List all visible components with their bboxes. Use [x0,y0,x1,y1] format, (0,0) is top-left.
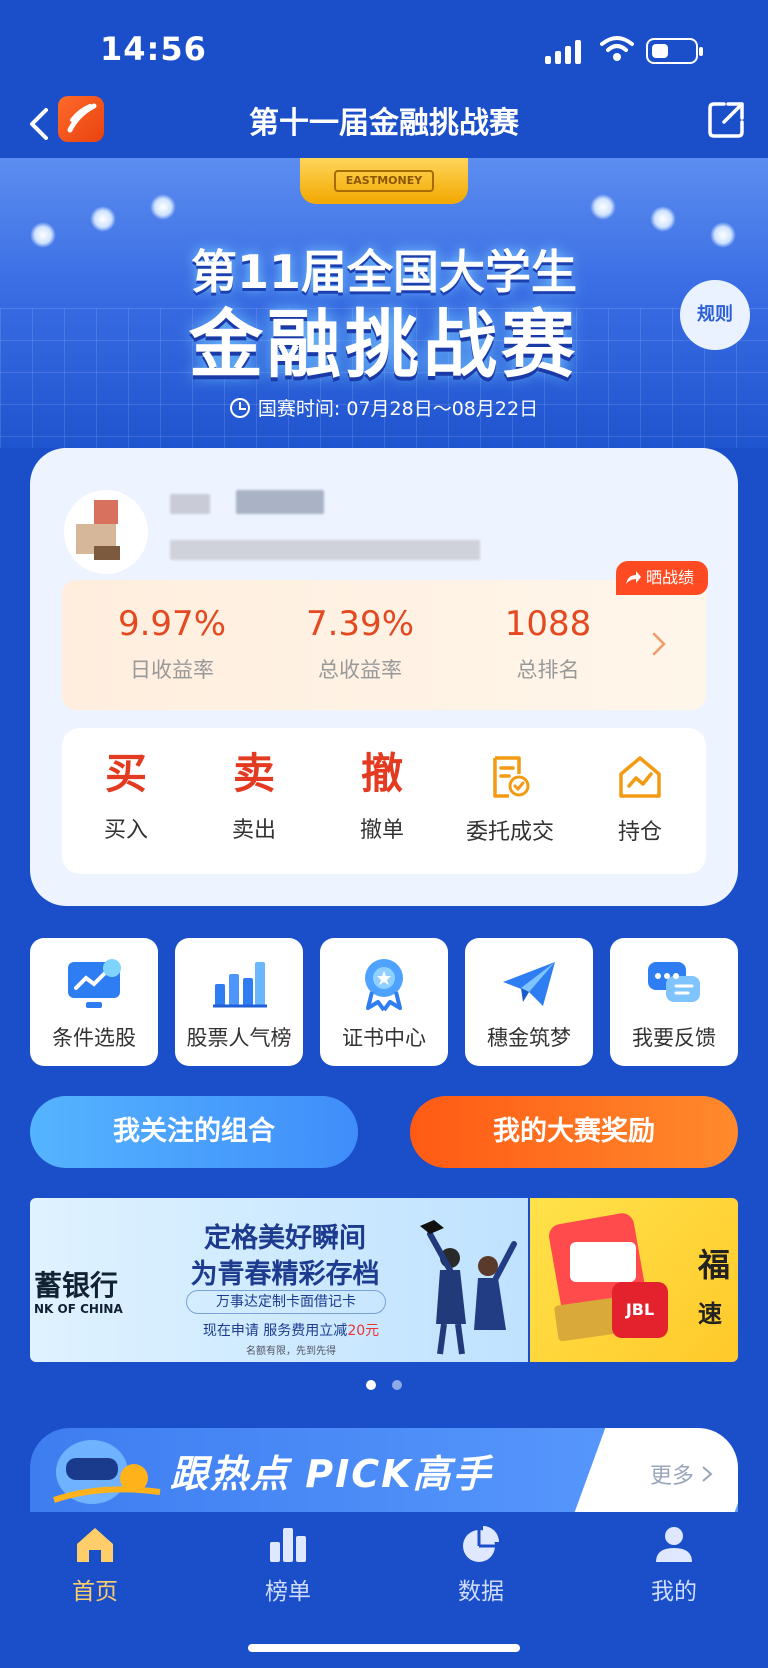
ranking-icon [270,1528,306,1562]
avatar[interactable] [64,490,148,574]
buy-button[interactable]: 买 买入 [62,728,190,874]
feedback-button[interactable]: 我要反馈 [610,938,738,1066]
status-time: 14:56 [100,30,207,68]
certificate-icon [365,959,403,1012]
popularity-chart-button[interactable]: 股票人气榜 [175,938,303,1066]
holdings-button[interactable]: 持仓 [574,728,706,874]
popularity-chart-icon [213,962,267,1008]
orders-label: 委托成交 [465,820,554,845]
banner2-text-1: 福 [698,1246,731,1284]
sell-label: 卖出 [231,818,276,843]
buy-label: 买入 [103,818,148,843]
profile-icon [656,1527,692,1562]
nav-bar: 第十一届金融挑战赛 [0,90,768,158]
cancel-glyph: 撤 [360,749,403,798]
tab-home[interactable]: 首页 [35,1524,155,1606]
competition-rewards-button[interactable]: 我的大赛奖励 [410,1096,738,1168]
daily-return-value: 9.97% [117,604,226,644]
carousel-dot[interactable] [392,1380,402,1390]
certificate-center-button[interactable]: 证书中心 [320,938,448,1066]
home-icon [77,1528,113,1562]
school-redacted [170,540,480,560]
cancel-order-button[interactable]: 撤 撤单 [318,728,446,874]
buy-glyph: 买 [104,749,147,798]
rules-button[interactable]: 规则 [680,280,750,350]
competition-period: 国赛时间: 07月28日～08月22日 [0,394,768,421]
sui-jin-dream-button[interactable]: 穗金筑梦 [465,938,593,1066]
holdings-house-icon [619,756,661,798]
hero-title: 金融挑战赛 [189,302,579,388]
tab-data[interactable]: 数据 [421,1524,541,1606]
page-title: 第十一届金融挑战赛 [249,106,519,141]
stats-panel[interactable]: 9.97% 日收益率 7.39% 总收益率 1088 总排名 [62,580,706,710]
gift-ad-banner[interactable]: JBL 福 速 [530,1198,738,1362]
clock-icon [229,398,250,418]
stock-screener-button[interactable]: 条件选股 [30,938,158,1066]
cancel-label: 撤单 [359,818,404,843]
username-redacted [236,490,324,514]
feedback-chat-icon [648,962,700,1002]
ad-headline-1: 定格美好瞬间 [204,1223,366,1254]
total-return-value: 7.39% [305,604,414,644]
sell-button[interactable]: 卖 卖出 [190,728,318,874]
battery-icon [646,38,703,64]
bank-name-en: NK OF CHINA [34,1302,123,1316]
bank-ad-banner[interactable]: 蓄银行 NK OF CHINA 定格美好瞬间 为青春精彩存档 万事达定制卡面借记… [30,1198,528,1362]
signal-icon [545,40,585,64]
paper-plane-icon [503,962,555,1006]
chevron-right-icon[interactable] [652,632,666,656]
holdings-label: 持仓 [617,820,662,845]
speaker-brand: JBL [612,1282,668,1338]
tab-ranking[interactable]: 榜单 [228,1524,348,1606]
share-results-badge[interactable]: 晒战绩 [616,561,708,595]
ad-headline-2: 为青春精彩存档 [190,1259,380,1290]
ad-promo: 现在申请 服务费用立减20元 [202,1323,380,1339]
order-document-icon [493,756,530,798]
followed-portfolios-button[interactable]: 我关注的组合 [30,1096,358,1168]
total-rank-label: 总排名 [516,658,580,682]
tab-profile[interactable]: 我的 [614,1524,734,1606]
ad-fine-print: 名额有限，先到先得 [246,1346,336,1357]
total-rank-value: 1088 [504,604,592,644]
pie-data-icon [463,1526,499,1562]
chevron-right-icon [702,1466,713,1482]
hot-pick-title: 跟热点 PICK高手 [170,1452,493,1496]
graduates-illustration [420,1220,517,1355]
carousel-dot-active[interactable] [366,1380,376,1390]
sell-glyph: 卖 [232,749,275,798]
wifi-icon [600,36,634,61]
mascot-icon [53,1440,161,1504]
total-return-label: 总收益率 [318,658,402,682]
orders-button[interactable]: 委托成交 [446,728,574,874]
bank-name: 蓄银行 [34,1269,119,1302]
daily-return-label: 日收益率 [130,658,214,682]
status-bar: 14:56 [0,0,768,96]
more-link[interactable]: 更多 [650,1458,713,1490]
trade-actions: 买 买入 卖 卖出 撤 撤单 委托成交 持仓 [62,728,706,874]
share-icon[interactable] [704,98,748,142]
username-redacted [170,494,210,514]
home-indicator [248,1644,520,1652]
ad-card-note: 万事达定制卡面借记卡 [186,1290,386,1314]
stock-screener-icon [68,959,121,1008]
share-arrow-icon [626,571,641,584]
banner2-text-2: 速 [698,1300,722,1328]
trophy-icon: EASTMONEY [300,158,468,204]
